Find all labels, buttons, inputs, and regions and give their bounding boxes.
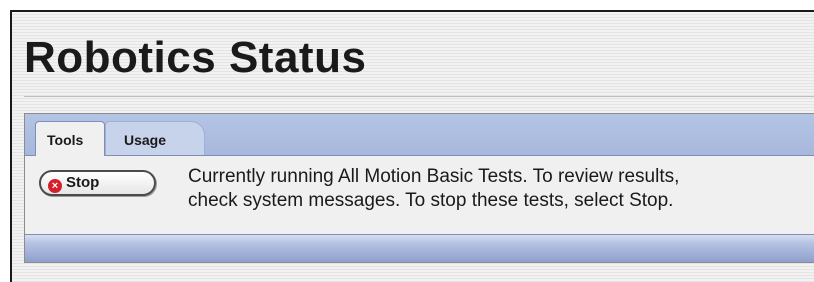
tab-bar: Tools Usage (25, 114, 814, 156)
title-divider (24, 96, 814, 97)
tab-tools[interactable]: Tools (35, 121, 105, 156)
stop-button[interactable]: × Stop (39, 170, 156, 196)
robotics-panel: Tools Usage × Stop Currently running All … (24, 113, 814, 263)
tab-usage[interactable]: Usage (105, 121, 205, 155)
tools-content: × Stop Currently running All Motion Basic… (25, 155, 814, 235)
page-frame: Robotics Status Tools Usage × Stop Curren… (10, 10, 814, 282)
status-message: Currently running All Motion Basic Tests… (188, 165, 808, 213)
page-title: Robotics Status (24, 33, 367, 82)
status-message-line2: check system messages. To stop these tes… (188, 190, 674, 211)
panel-footer-bar (25, 234, 814, 262)
stop-button-label: Stop (66, 174, 100, 191)
status-message-line1: Currently running All Motion Basic Tests… (188, 166, 680, 187)
stop-circle-icon: × (48, 179, 62, 193)
